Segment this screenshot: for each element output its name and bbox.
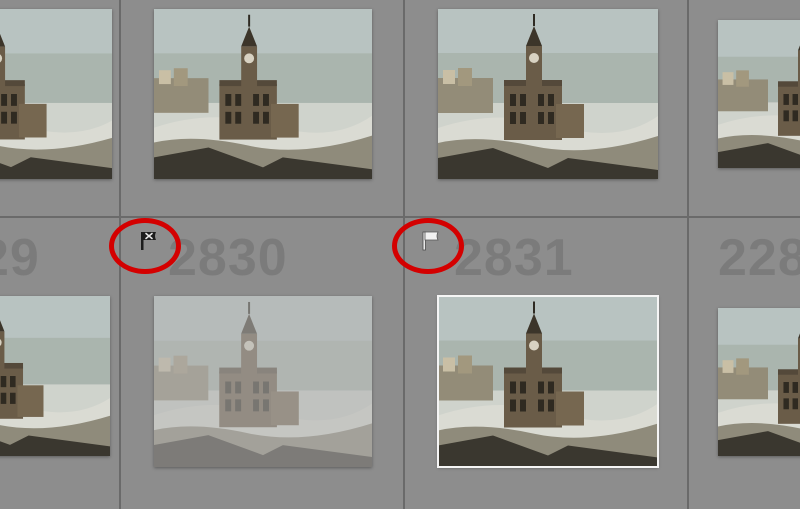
thumbnail[interactable] (0, 296, 110, 456)
thumbnail[interactable] (0, 9, 112, 179)
cell-index-number: 29 (0, 228, 40, 288)
thumbnail[interactable] (718, 308, 800, 456)
col-divider (403, 0, 405, 509)
thumbnail[interactable] (154, 9, 372, 179)
cell-index-number: 2831 (454, 228, 574, 288)
picked-flag-icon[interactable] (420, 230, 442, 252)
thumbnail[interactable] (718, 20, 800, 168)
cell-index-number: 228 (718, 228, 800, 288)
rejected-flag-icon[interactable] (138, 230, 160, 252)
cell-index-number: 2830 (168, 228, 288, 288)
col-divider (119, 0, 121, 509)
thumbnail[interactable] (438, 9, 658, 179)
col-divider (687, 0, 689, 509)
thumbnail-selected[interactable] (438, 296, 658, 467)
thumbnail-rejected[interactable] (154, 296, 372, 467)
